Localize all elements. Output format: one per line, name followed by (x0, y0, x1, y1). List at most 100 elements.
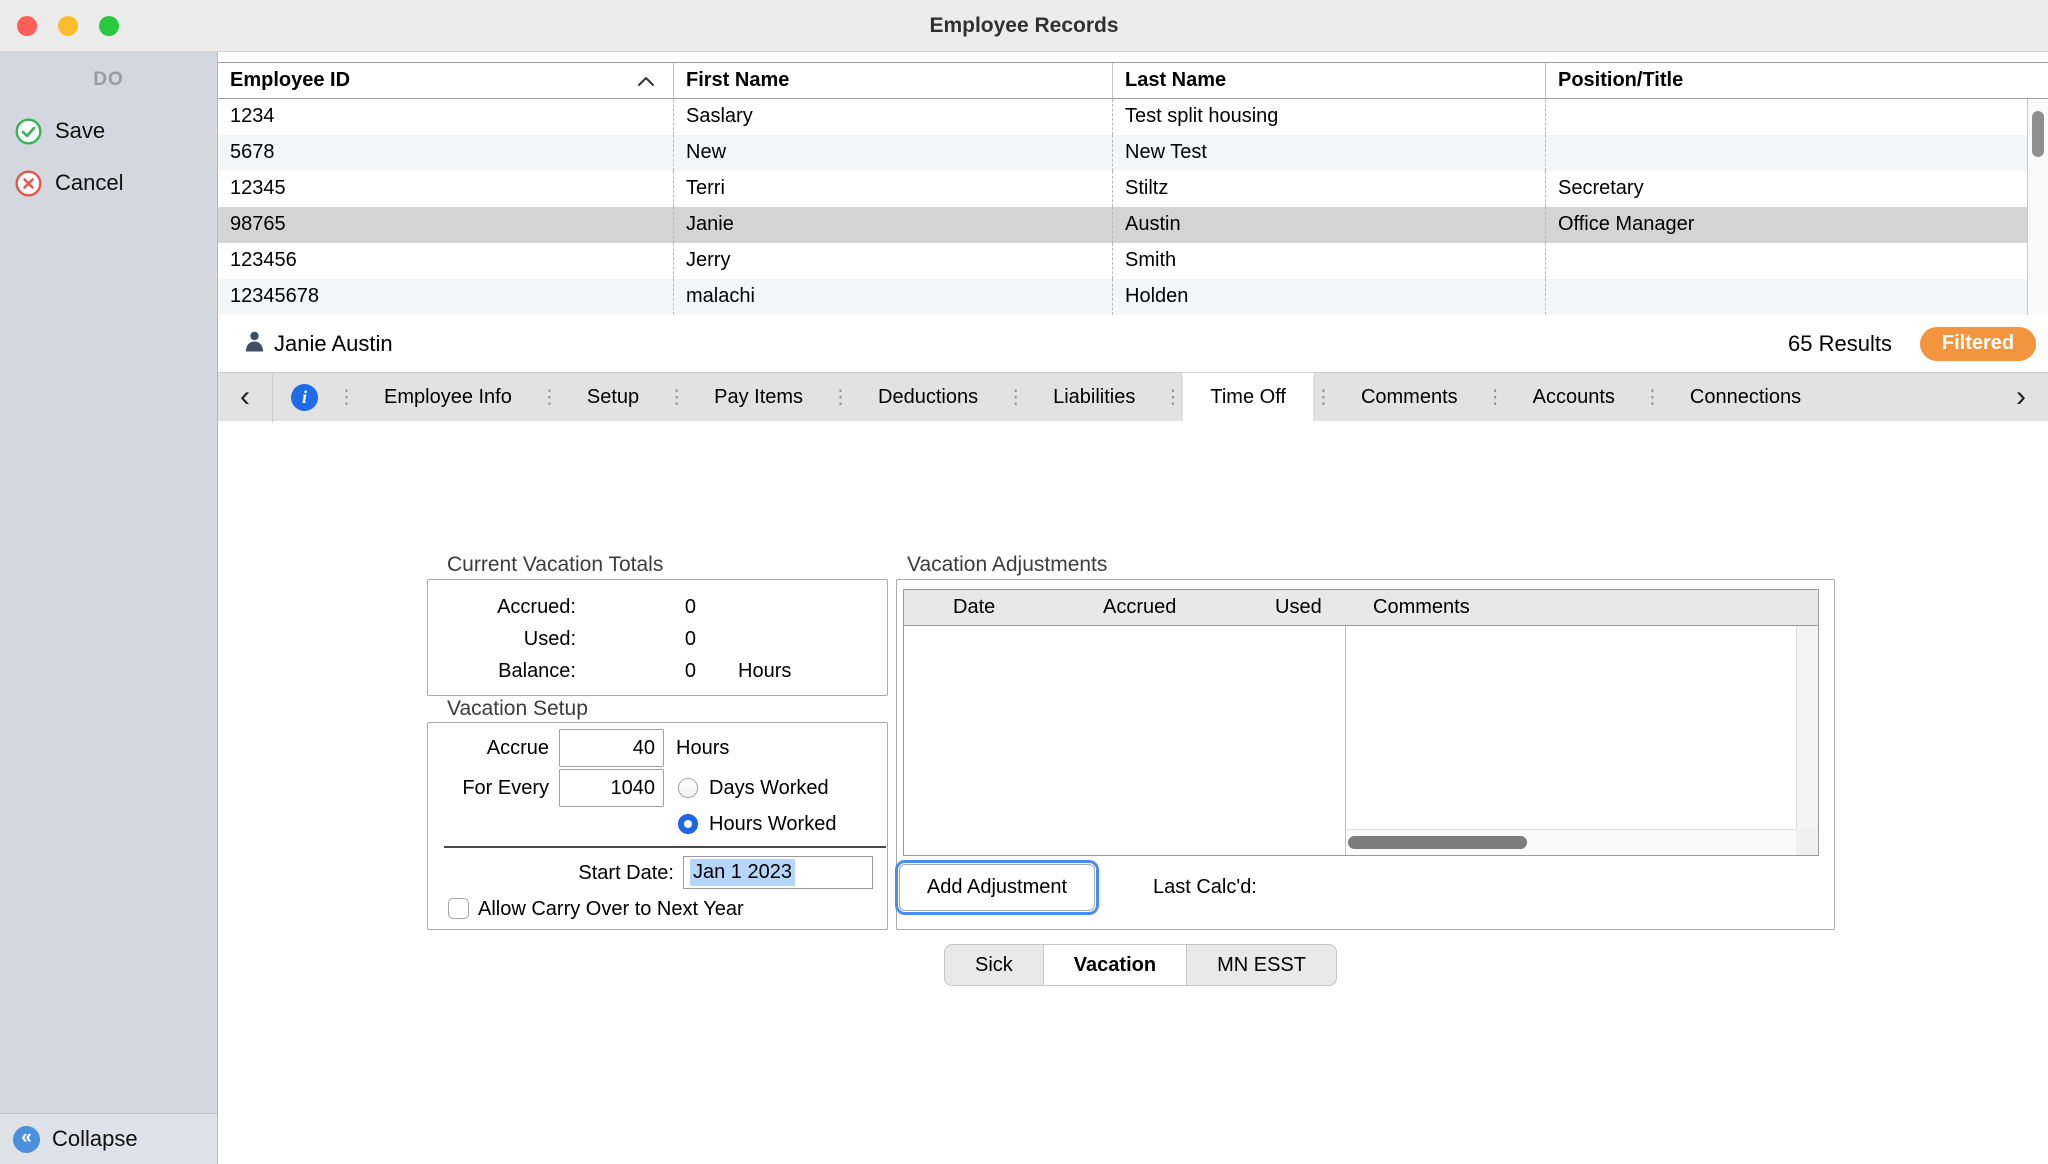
tab-separator-icon: ⋮ (1313, 386, 1334, 409)
table-row[interactable]: 12345 Terri Stiltz Secretary (218, 171, 2027, 207)
main-area: Employee ID First Name Last Name Positio… (218, 52, 2048, 1164)
close-window-button[interactable] (17, 16, 37, 36)
setup-group-box: Accrue Hours For Every Days Worked Hours… (427, 722, 888, 930)
column-header-last-name[interactable]: Last Name (1113, 63, 1546, 98)
cell-last-name: Holden (1113, 279, 1546, 315)
column-header-position-title[interactable]: Position/Title (1546, 63, 2048, 98)
column-header-label: Employee ID (230, 69, 350, 92)
zoom-window-button[interactable] (99, 16, 119, 36)
start-date-value: Jan 1 2023 (690, 859, 795, 886)
tab-separator-icon: ⋮ (539, 386, 560, 409)
column-header-label: Last Name (1125, 69, 1226, 92)
carry-over-checkbox[interactable] (448, 898, 469, 919)
tab-sick[interactable]: Sick (945, 945, 1043, 985)
accrue-hours-input[interactable] (559, 729, 664, 767)
tab-separator-icon: ⋮ (1162, 386, 1183, 409)
column-header-employee-id[interactable]: Employee ID (218, 63, 674, 98)
sort-ascending-icon (637, 76, 655, 87)
adjustments-horizontal-scrollbar[interactable] (1346, 829, 1796, 855)
tab-mn-esst[interactable]: MN ESST (1187, 945, 1336, 985)
save-label: Save (55, 118, 105, 144)
days-worked-radio[interactable] (678, 778, 698, 798)
used-label: Used: (428, 628, 576, 651)
tab-comments[interactable]: Comments (1334, 373, 1485, 422)
cell-employee-id: 12345678 (218, 279, 674, 315)
cell-employee-id: 123456 (218, 243, 674, 279)
column-header-first-name[interactable]: First Name (674, 63, 1113, 98)
cell-employee-id: 5678 (218, 135, 674, 171)
add-adjustment-button[interactable]: Add Adjustment (899, 864, 1095, 911)
table-row-selected[interactable]: 98765 Janie Austin Office Manager (218, 207, 2027, 243)
cell-first-name: Jerry (674, 243, 1113, 279)
cell-position (1546, 279, 2027, 315)
balance-suffix: Hours (738, 660, 791, 683)
table-row[interactable]: 12345678 malachi Holden (218, 279, 2027, 315)
tab-separator-icon: ⋮ (1642, 386, 1663, 409)
cell-last-name: Stiltz (1113, 171, 1546, 207)
cancel-button[interactable]: Cancel (0, 163, 217, 203)
minimize-window-button[interactable] (58, 16, 78, 36)
person-icon (244, 331, 265, 356)
table-vertical-scrollbar[interactable] (2027, 99, 2048, 315)
adjustments-scrollbar-thumb[interactable] (1348, 836, 1527, 849)
tab-setup[interactable]: Setup (560, 373, 666, 422)
filtered-badge[interactable]: Filtered (1920, 327, 2036, 361)
adj-column-used: Used (1275, 590, 1322, 625)
collapse-label: Collapse (52, 1126, 138, 1152)
totals-group-box: Accrued: 0 Used: 0 Balance: 0 Hours (427, 579, 888, 696)
tab-separator-icon: ⋮ (666, 386, 687, 409)
time-off-type-tabs: Sick Vacation MN ESST (944, 944, 1337, 986)
cell-first-name: malachi (674, 279, 1113, 315)
cell-last-name: Smith (1113, 243, 1546, 279)
cell-first-name: New (674, 135, 1113, 171)
cell-first-name: Janie (674, 207, 1113, 243)
employee-table-header: Employee ID First Name Last Name Positio… (218, 62, 2048, 99)
cell-first-name: Saslary (674, 99, 1113, 135)
setup-group-label: Vacation Setup (447, 697, 588, 721)
adj-column-accrued: Accrued (1103, 590, 1176, 625)
for-every-input[interactable] (559, 769, 664, 807)
collapse-button[interactable]: « Collapse (0, 1113, 217, 1164)
tab-accounts[interactable]: Accounts (1506, 373, 1642, 422)
table-scrollbar-thumb[interactable] (2032, 111, 2044, 157)
cancel-label: Cancel (55, 170, 123, 196)
cell-employee-id: 12345 (218, 171, 674, 207)
last-calcd-label: Last Calc'd: (1153, 876, 1257, 899)
table-row[interactable]: 1234 Saslary Test split housing (218, 99, 2027, 135)
sidebar-header: DO (0, 69, 217, 91)
adj-column-date: Date (953, 590, 995, 625)
tab-employee-info[interactable]: Employee Info (357, 373, 539, 422)
save-button[interactable]: Save (0, 111, 217, 151)
table-row[interactable]: 5678 New New Test (218, 135, 2027, 171)
adjustments-group-box: Date Accrued Used Comments Add Adjustmen… (896, 579, 1835, 930)
adjustments-vertical-scrollbar[interactable] (1796, 626, 1818, 829)
tab-deductions[interactable]: Deductions (851, 373, 1005, 422)
cell-position (1546, 243, 2027, 279)
tab-connections[interactable]: Connections (1663, 373, 1828, 422)
tab-time-off[interactable]: Time Off (1183, 373, 1313, 422)
accrued-label: Accrued: (428, 596, 576, 619)
selected-record-name: Janie Austin (274, 331, 393, 357)
title-bar: Employee Records (0, 0, 2048, 52)
balance-value: 0 (576, 660, 696, 683)
hours-worked-radio[interactable] (678, 814, 698, 834)
traffic-lights (17, 16, 119, 36)
adjustments-group-label: Vacation Adjustments (907, 553, 1107, 577)
tab-info[interactable]: i (273, 373, 336, 422)
tab-scroll-left-icon[interactable]: ‹ (218, 373, 272, 422)
tab-liabilities[interactable]: Liabilities (1026, 373, 1162, 422)
totals-row-accrued: Accrued: 0 (428, 591, 887, 623)
cell-position (1546, 99, 2027, 135)
tab-scroll-right-icon[interactable]: › (1994, 373, 2048, 422)
tab-vacation[interactable]: Vacation (1043, 945, 1187, 985)
cell-last-name: New Test (1113, 135, 1546, 171)
tab-pay-items[interactable]: Pay Items (687, 373, 830, 422)
table-row[interactable]: 123456 Jerry Smith (218, 243, 2027, 279)
setup-divider (444, 846, 886, 848)
column-header-label: First Name (686, 69, 789, 92)
start-date-field[interactable]: Jan 1 2023 (683, 856, 873, 889)
column-header-label: Position/Title (1558, 69, 1683, 92)
balance-label: Balance: (428, 660, 576, 683)
cell-position: Office Manager (1546, 207, 2027, 243)
collapse-chevrons-icon: « (13, 1126, 40, 1153)
